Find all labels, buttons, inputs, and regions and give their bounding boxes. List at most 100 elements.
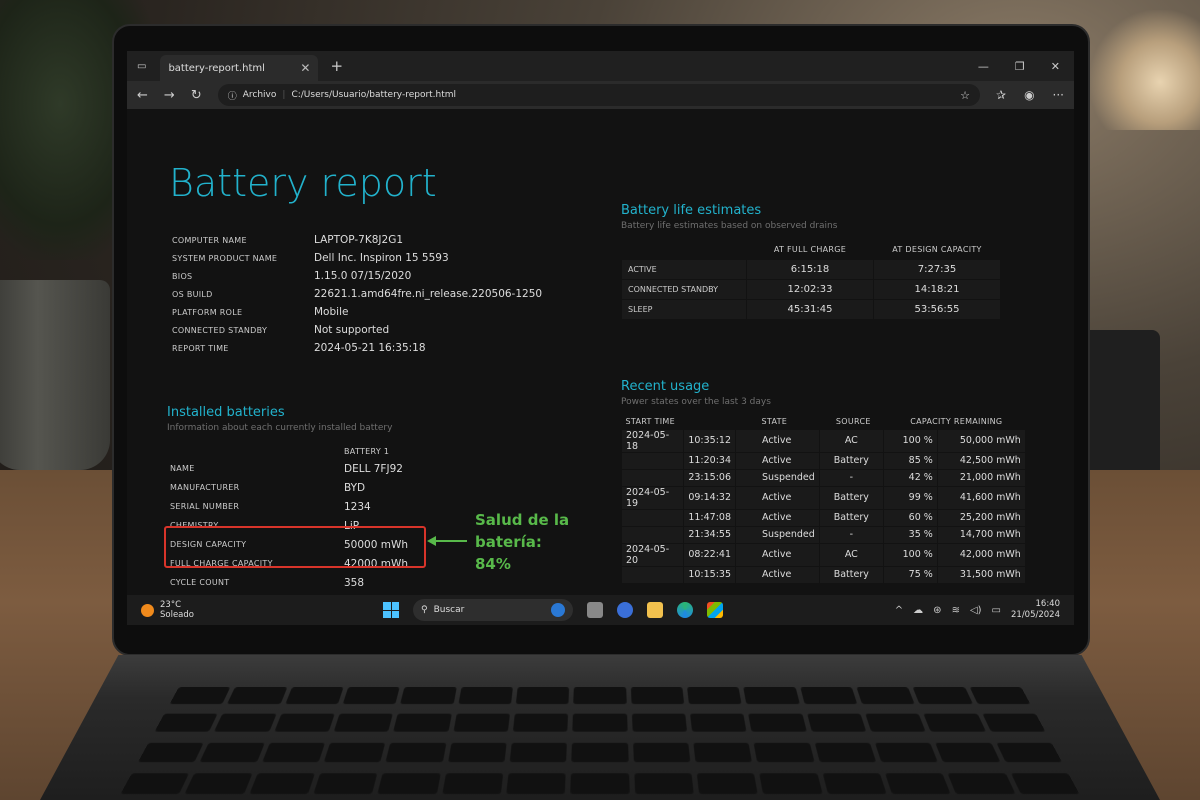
system-info-key: BIOS (172, 271, 193, 281)
favorites-icon[interactable]: ✰ (996, 88, 1006, 102)
system-info-value: Mobile (314, 306, 349, 318)
task-view-icon[interactable] (587, 602, 603, 618)
usage-time: 11:47:08 (683, 508, 736, 527)
usage-date (621, 451, 684, 470)
estimates-col-design: AT DESIGN CAPACITY (892, 245, 982, 255)
usage-date (621, 525, 684, 544)
chevron-up-icon[interactable]: ^ (895, 605, 903, 616)
usage-mwh: 41,600 mWh (936, 485, 1026, 510)
keyboard-key (969, 687, 1031, 705)
weather-condition: Soleado (160, 610, 194, 620)
system-info-row: PLATFORM ROLE Mobile (172, 303, 542, 321)
usage-pct: 85 % (882, 451, 938, 470)
keyboard-key (571, 742, 629, 762)
favorite-star-icon[interactable]: ☆ (960, 89, 970, 102)
keyboard-key (393, 713, 452, 732)
installed-batteries-table: BATTERY 1 NAME DELL 7FJ92 MANUFACTURER BYD SE… (170, 443, 408, 592)
keyboard-key (753, 742, 815, 762)
usage-state: Suspended (735, 468, 820, 487)
new-tab-icon[interactable]: + (330, 57, 343, 75)
refresh-icon[interactable]: ↻ (191, 88, 202, 103)
keyboard-key (995, 742, 1062, 762)
usage-date (621, 508, 684, 527)
battery-info-row: SERIAL NUMBER 1234 (170, 497, 408, 516)
taskbar-center: ⚲ Buscar (383, 599, 723, 621)
address-bar[interactable]: ⓘ Archivo | C:/Users/Usuario/battery-rep… (217, 84, 980, 106)
keyboard-key (1010, 772, 1080, 794)
usage-header-row: START TIME STATE SOURCE CAPACITY REMAINING (622, 415, 1026, 429)
taskbar-search[interactable]: ⚲ Buscar (413, 599, 573, 621)
usage-source: - (818, 525, 884, 544)
highlight-box (164, 526, 426, 568)
usage-source: Battery (818, 485, 884, 510)
keyboard-key (912, 687, 973, 705)
tab-actions-icon[interactable]: ▭ (137, 61, 146, 72)
close-tab-icon[interactable]: ✕ (300, 61, 310, 75)
recent-usage-table: START TIME STATE SOURCE CAPACITY REMAINING 2… (621, 415, 1026, 584)
minimize-icon[interactable]: — (978, 60, 989, 73)
system-info-row: CONNECTED STANDBY Not supported (172, 321, 542, 339)
maximize-icon[interactable]: ❐ (1015, 60, 1025, 73)
battery-info-value: BYD (344, 481, 366, 494)
usage-state: Active (735, 485, 820, 510)
system-info-row: OS BUILD 22621.1.amd64fre.ni_release.2205… (172, 285, 542, 303)
file-explorer-icon[interactable] (647, 602, 663, 618)
weather-widget[interactable]: 23°C Soleado (141, 600, 194, 620)
usage-source: - (818, 468, 884, 487)
info-icon[interactable]: ⓘ (228, 89, 237, 102)
chat-icon[interactable] (617, 602, 633, 618)
battery-info-value: 1234 (344, 500, 371, 513)
keyboard-key (458, 687, 513, 705)
usage-state: Active (735, 428, 820, 453)
network-status-icon[interactable]: ⊛ (933, 605, 941, 616)
search-placeholder: Buscar (433, 605, 465, 615)
keyboard-key (453, 713, 510, 732)
address-scheme-label: Archivo (242, 90, 277, 100)
estimates-full-value: 45:31:45 (746, 298, 874, 320)
keyboard-key (227, 687, 288, 705)
system-info-key: REPORT TIME (172, 343, 229, 353)
weather-temp: 23°C (160, 600, 182, 610)
battery-icon[interactable]: ▭ (992, 605, 1001, 616)
usage-time: 21:34:55 (683, 525, 736, 544)
usage-time: 08:22:41 (683, 542, 736, 567)
battery-info-row: NAME DELL 7FJ92 (170, 459, 408, 478)
usage-mwh: 31,500 mWh (936, 565, 1026, 584)
usage-pct: 100 % (882, 428, 938, 453)
more-menu-icon[interactable]: ··· (1053, 88, 1064, 102)
clock[interactable]: 16:40 21/05/2024 (1011, 599, 1060, 621)
page-title: Battery report (169, 161, 437, 205)
installed-batteries-subheading: Information about each currently install… (167, 423, 393, 433)
keyboard-key (447, 742, 507, 762)
keyboard-key (273, 713, 335, 732)
battery-info-key: MANUFACTURER (170, 483, 240, 492)
wifi-icon[interactable]: ≋ (952, 605, 960, 616)
keyboard-key (506, 772, 567, 794)
forward-icon[interactable]: → (164, 88, 175, 103)
taskbar: 23°C Soleado ⚲ Buscar ^ ☁ ⊛ ≋ ◁) ▭ 16:40… (127, 595, 1074, 625)
store-icon[interactable] (707, 602, 723, 618)
usage-state: Suspended (735, 525, 820, 544)
edge-browser-icon[interactable] (677, 602, 693, 618)
cloud-icon[interactable]: ☁ (913, 605, 923, 616)
keyboard-key (874, 742, 938, 762)
keyboard-key (884, 772, 951, 794)
usage-pct: 75 % (882, 565, 938, 584)
estimates-heading: Battery life estimates (621, 203, 762, 218)
windows-start-icon[interactable] (383, 602, 399, 618)
estimates-design-value: 7:27:35 (873, 258, 1001, 280)
profile-icon[interactable]: ◉ (1024, 88, 1034, 102)
browser-tab[interactable]: battery-report.html ✕ (160, 55, 319, 81)
usage-mwh: 21,000 mWh (936, 468, 1026, 487)
usage-date: 2024-05-19 (621, 485, 684, 510)
close-window-icon[interactable]: ✕ (1051, 60, 1060, 73)
keyboard-key (377, 772, 441, 794)
back-icon[interactable]: ← (137, 88, 148, 103)
recent-usage-subheading: Power states over the last 3 days (621, 397, 771, 407)
bing-icon[interactable] (551, 603, 565, 617)
usage-row: 11:47:08 Active Battery 60 % 25,200 mWh (621, 508, 1026, 527)
recent-usage-heading: Recent usage (621, 379, 710, 394)
browser-tab-bar: ▭ battery-report.html ✕ + — ❐ ✕ (127, 51, 1074, 81)
volume-icon[interactable]: ◁) (970, 605, 982, 616)
keyboard-key (935, 742, 1000, 762)
